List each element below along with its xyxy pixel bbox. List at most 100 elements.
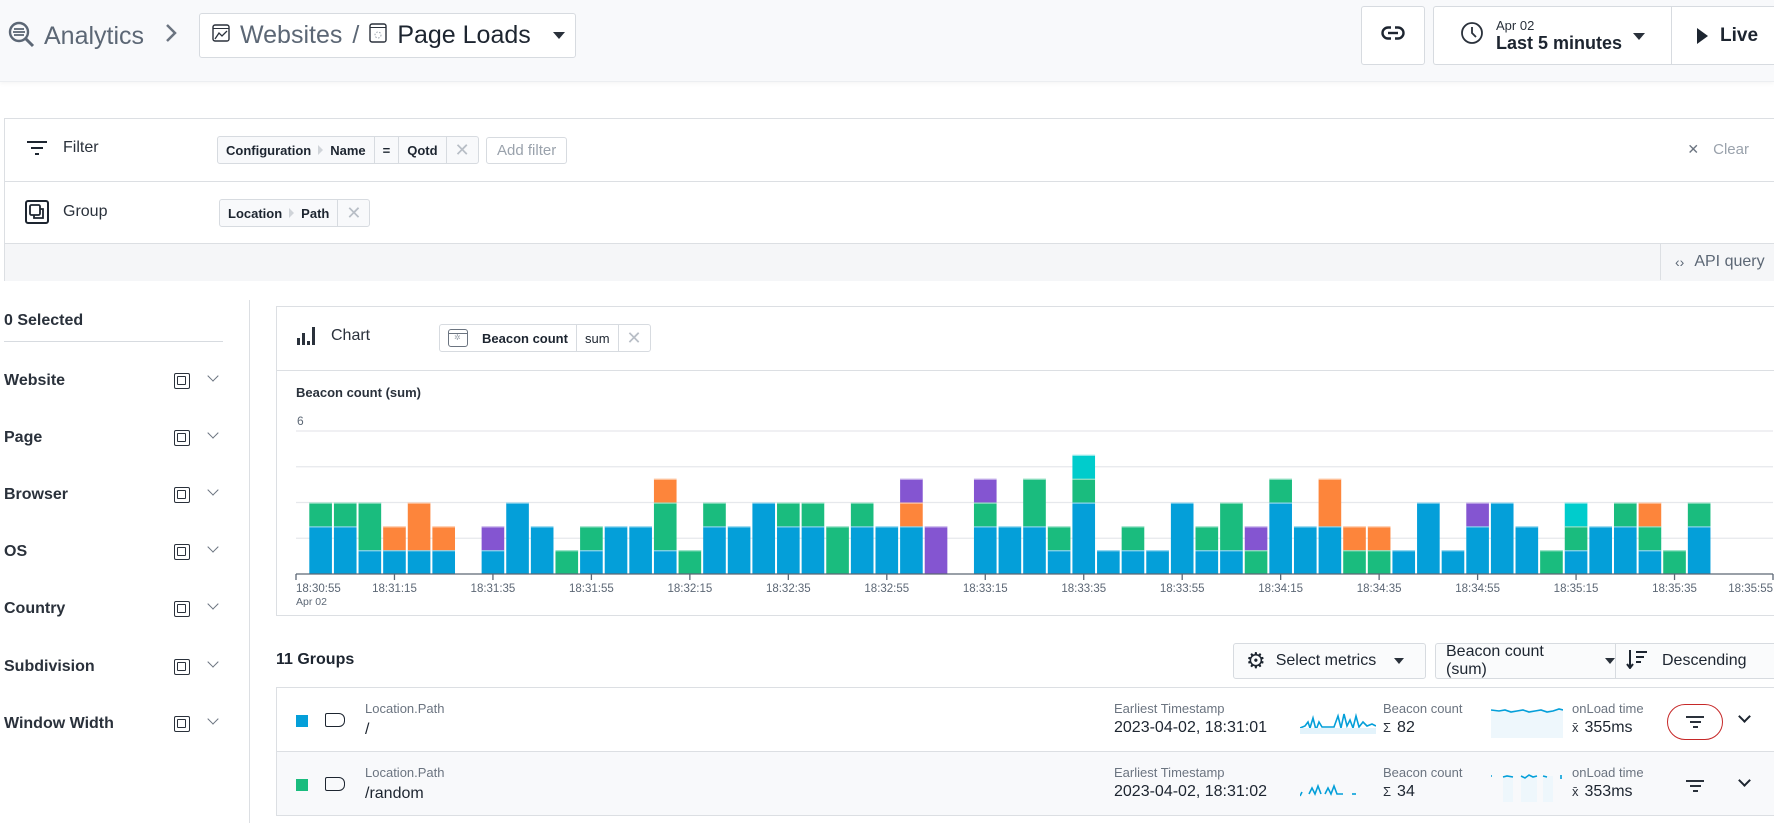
chevron-down-icon[interactable] xyxy=(1738,710,1751,723)
breadcrumb-parent[interactable]: Websites xyxy=(240,21,342,50)
facet-subdivision[interactable]: Subdivision xyxy=(4,652,224,682)
chevron-down-icon[interactable] xyxy=(207,541,219,553)
caret-right-icon xyxy=(318,145,324,155)
bar-segment xyxy=(1121,550,1145,574)
group-chip[interactable]: Location Path ✕ xyxy=(219,199,371,227)
group-field[interactable]: Location Path xyxy=(220,200,339,226)
facet-country[interactable]: Country xyxy=(4,594,224,624)
filter-value[interactable]: Qotd xyxy=(399,137,447,163)
chevron-down-icon[interactable] xyxy=(207,484,219,496)
tag-icon xyxy=(325,713,345,727)
bar-segment xyxy=(973,478,997,503)
remove-filter-icon[interactable]: ✕ xyxy=(447,137,478,163)
bar-chart[interactable]: 6 18:30:55 18:31:15 18:31:35 18:31:55 18:32:1… xyxy=(277,402,1774,614)
bar-segment xyxy=(973,502,997,527)
group-by-icon[interactable] xyxy=(174,659,190,675)
time-range-picker[interactable]: Apr 02 Last 5 minutes xyxy=(1433,6,1671,65)
remove-group-icon[interactable]: ✕ xyxy=(338,200,369,226)
x-tick-label: 18:34:35 xyxy=(1357,583,1402,595)
tag-icon xyxy=(325,777,345,791)
gear-icon: ⚙ xyxy=(1246,648,1266,673)
x-tick-label: 18:32:55 xyxy=(864,583,909,595)
metric-aggregation[interactable]: sum xyxy=(577,325,619,351)
filter-row: Filter Configuration Name = Qotd ✕ Add f… xyxy=(5,119,1774,182)
filter-by-group-button[interactable] xyxy=(1667,768,1723,804)
app-title[interactable]: Analytics xyxy=(44,22,144,51)
metric-chip[interactable]: Beacon count sum ✕ xyxy=(439,324,651,352)
add-filter-input[interactable]: Add filter xyxy=(486,137,568,164)
onload-sparkline xyxy=(1491,774,1562,802)
bar-segment xyxy=(1613,526,1637,574)
api-query-button[interactable]: ‹› API query xyxy=(1660,244,1765,280)
bar-segment xyxy=(1392,550,1416,574)
group-by-icon[interactable] xyxy=(174,601,190,617)
filter-operator[interactable]: = xyxy=(375,137,400,163)
clear-button[interactable]: ✕ Clear xyxy=(1687,141,1749,158)
chevron-down-icon[interactable] xyxy=(207,713,219,725)
chevron-down-icon[interactable] xyxy=(207,427,219,439)
bar-segment xyxy=(1540,550,1563,574)
group-by-icon[interactable] xyxy=(174,487,190,503)
page-selector[interactable]: Websites / Page Loads xyxy=(199,13,576,58)
bar-segment xyxy=(1047,526,1071,551)
chevron-down-icon[interactable] xyxy=(207,598,219,610)
facet-website[interactable]: Website xyxy=(4,366,224,396)
bar-segment xyxy=(1244,526,1268,551)
bar-segment xyxy=(1638,550,1662,574)
bar-segment xyxy=(777,526,800,574)
bar-segment xyxy=(481,550,505,574)
group-label: Group xyxy=(25,200,107,224)
beacon-sparkline xyxy=(1300,712,1376,734)
live-button[interactable]: Live xyxy=(1671,6,1774,65)
group-value: / xyxy=(365,721,370,738)
facet-page[interactable]: Page xyxy=(4,423,224,453)
group-by-icon[interactable] xyxy=(174,544,190,560)
bar-segment xyxy=(703,502,726,527)
onload-time-label: onLoad time xyxy=(1572,701,1644,716)
remove-metric-icon[interactable]: ✕ xyxy=(619,325,650,351)
bar-segment xyxy=(801,502,825,527)
bar-segment xyxy=(900,478,923,503)
bar-segment xyxy=(998,526,1022,574)
facet-window-width[interactable]: Window Width xyxy=(4,709,224,739)
facet-browser[interactable]: Browser xyxy=(4,480,224,510)
filter-chip[interactable]: Configuration Name = Qotd ✕ xyxy=(217,136,479,164)
filter-field[interactable]: Configuration Name xyxy=(218,137,375,163)
select-metrics-button[interactable]: ⚙ Select metrics xyxy=(1233,643,1426,679)
bar-segment xyxy=(850,502,874,527)
group-by-icon[interactable] xyxy=(174,373,190,389)
top-bar: Analytics Websites / Page Loads Apr 02 L… xyxy=(0,0,1774,82)
group-by-icon[interactable] xyxy=(174,716,190,732)
bar-segment xyxy=(1023,478,1046,527)
sort-order-button[interactable]: Descending xyxy=(1615,643,1774,679)
copy-link-button[interactable] xyxy=(1361,6,1425,65)
bar-segment xyxy=(801,526,825,574)
group-by-icon[interactable] xyxy=(174,430,190,446)
group-row[interactable]: Location.Path /random Earliest Timestamp… xyxy=(276,751,1774,816)
bar-segment xyxy=(826,526,849,574)
link-icon xyxy=(1381,26,1405,45)
onload-time-value: x̄ 353ms xyxy=(1572,783,1633,800)
x-tick-label: 18:34:15 xyxy=(1258,583,1303,595)
earliest-timestamp-label: Earliest Timestamp xyxy=(1114,765,1225,780)
page-loads-icon xyxy=(448,329,468,347)
breadcrumb-root[interactable]: Analytics xyxy=(6,18,144,54)
group-row[interactable]: Location.Path / Earliest Timestamp 2023-… xyxy=(276,687,1774,752)
chevron-down-icon[interactable] xyxy=(207,370,219,382)
beacon-count-label: Beacon count xyxy=(1383,701,1463,716)
filter-by-group-button[interactable] xyxy=(1667,704,1723,740)
bar-segment xyxy=(1687,526,1711,574)
chevron-down-icon[interactable] xyxy=(1738,774,1751,787)
bar-segment xyxy=(727,526,751,574)
sort-by-select[interactable]: Beacon count (sum) xyxy=(1435,643,1615,679)
facet-os[interactable]: OS xyxy=(4,537,224,567)
bar-segment xyxy=(1466,502,1489,527)
bar-segment xyxy=(1072,478,1096,503)
onload-time-value: x̄ 355ms xyxy=(1572,719,1633,736)
chevron-down-icon[interactable] xyxy=(207,656,219,668)
bar-segment xyxy=(1146,550,1169,574)
metric-name[interactable]: Beacon count xyxy=(440,325,577,351)
x-tick-label: 18:31:15 xyxy=(372,583,417,595)
bar-segment xyxy=(1564,526,1588,551)
onload-sparkline xyxy=(1491,708,1563,738)
